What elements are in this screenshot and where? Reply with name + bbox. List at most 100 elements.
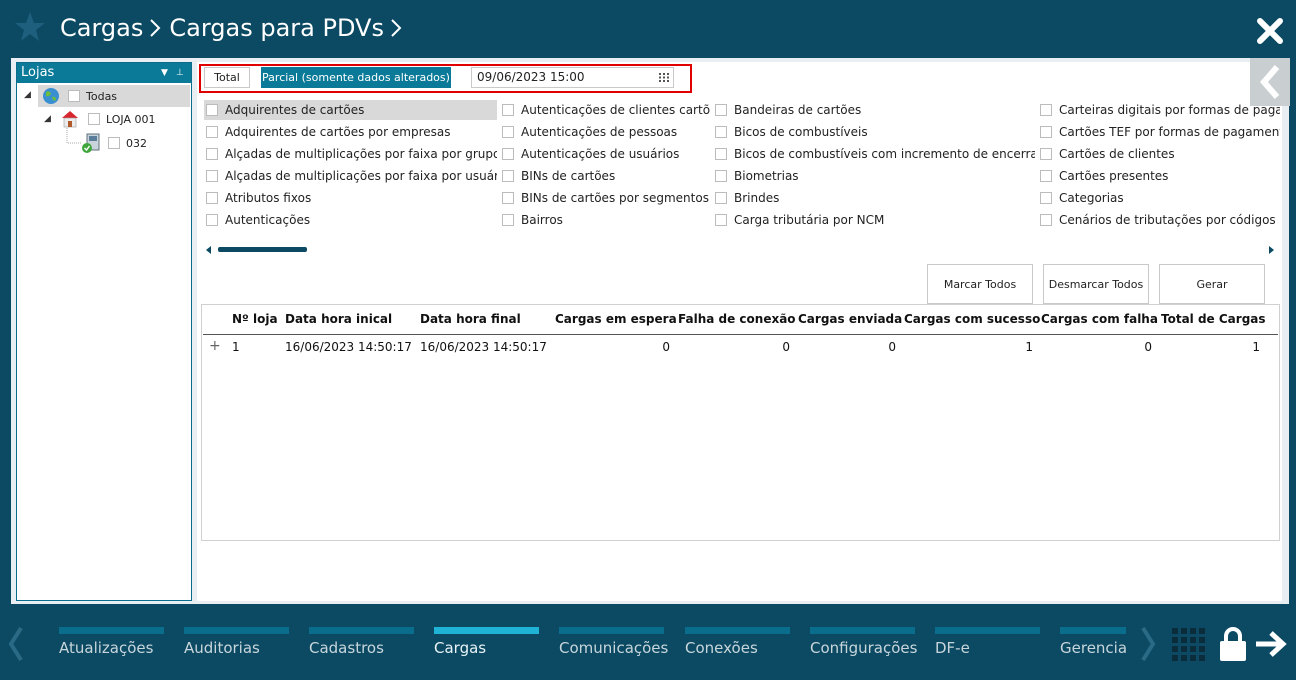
option-label: BINs de cartões	[521, 169, 616, 183]
checkbox[interactable]	[108, 137, 120, 149]
checkbox[interactable]	[1040, 214, 1052, 226]
option-item[interactable]: Carteiras digitais por formas de pagame	[1038, 100, 1280, 120]
store-icon	[62, 111, 78, 128]
option-item[interactable]: Cartões presentes	[1038, 166, 1280, 186]
column-header[interactable]: Data hora inical	[285, 312, 392, 326]
option-item[interactable]: Carga tributária por NCM	[713, 210, 1035, 230]
collapse-triangle-icon[interactable]: ◢	[24, 90, 31, 100]
checkbox[interactable]	[1040, 192, 1052, 204]
scroll-left-arrow-icon[interactable]	[206, 246, 212, 254]
checkbox[interactable]	[502, 214, 514, 226]
checkbox[interactable]	[715, 214, 727, 226]
option-item[interactable]: Brindes	[713, 188, 1035, 208]
checkbox[interactable]	[88, 113, 100, 125]
favorite-star-icon[interactable]	[14, 11, 46, 43]
checkbox[interactable]	[1040, 104, 1052, 116]
pin-icon[interactable]: ⊥	[176, 63, 184, 83]
horizontal-scrollbar-thumb[interactable]	[218, 247, 307, 252]
option-item[interactable]: Cartões TEF por formas de pagamentos	[1038, 122, 1280, 142]
calendar-icon[interactable]	[659, 73, 669, 82]
option-item[interactable]: Autenticações de usuários	[500, 144, 710, 164]
checkbox[interactable]	[1040, 126, 1052, 138]
scroll-right-arrow-icon[interactable]	[1269, 246, 1275, 254]
checkbox[interactable]	[715, 192, 727, 204]
tree-item-032[interactable]: 032	[82, 132, 190, 154]
checkbox[interactable]	[1040, 148, 1052, 160]
checkbox[interactable]	[715, 170, 727, 182]
column-header[interactable]: Cargas com falha	[1041, 312, 1158, 326]
column-header[interactable]: Cargas enviada	[798, 312, 902, 326]
nav-left-arrow-icon[interactable]	[8, 626, 24, 662]
collapse-triangle-icon[interactable]: ◢	[44, 114, 51, 124]
checkbox[interactable]	[715, 148, 727, 160]
nav-gerencia[interactable]: Gerencia	[1060, 627, 1127, 657]
nav-right-arrow-icon[interactable]	[1140, 626, 1156, 662]
breadcrumb-cargas[interactable]: Cargas	[60, 14, 143, 42]
option-item[interactable]: Cenários de tributações por códigos de p	[1038, 210, 1280, 230]
breadcrumb-cargas-pdvs[interactable]: Cargas para PDVs	[169, 14, 384, 42]
checkbox[interactable]	[206, 192, 218, 204]
option-item[interactable]: Bicos de combustíveis	[713, 122, 1035, 142]
column-header[interactable]: Falha de conexão	[678, 312, 796, 326]
select-all-button[interactable]: Marcar Todos	[927, 264, 1033, 304]
apps-grid-icon[interactable]	[1172, 628, 1206, 662]
option-item[interactable]: BINs de cartões por segmentos	[500, 188, 710, 208]
collapse-side-panel-button[interactable]	[1250, 58, 1290, 106]
close-icon[interactable]	[1256, 17, 1284, 45]
option-item[interactable]: Cartões de clientes	[1038, 144, 1280, 164]
option-item[interactable]: Atributos fixos	[204, 188, 497, 208]
generate-button[interactable]: Gerar	[1159, 264, 1265, 304]
dropdown-icon[interactable]: ▼	[161, 63, 168, 83]
option-item[interactable]: Bandeiras de cartões	[713, 100, 1035, 120]
option-item[interactable]: Bairros	[500, 210, 710, 230]
option-item[interactable]: BINs de cartões	[500, 166, 710, 186]
checkbox[interactable]	[715, 104, 727, 116]
checkbox[interactable]	[206, 214, 218, 226]
option-item[interactable]: Adquirentes de cartões por empresas	[204, 122, 497, 142]
lock-icon[interactable]	[1219, 626, 1247, 662]
option-item[interactable]: Alçadas de multiplicações por faixa por …	[204, 144, 497, 164]
nav-cadastros[interactable]: Cadastros	[309, 627, 414, 657]
date-time-field[interactable]: 09/06/2023 15:00	[471, 67, 674, 88]
checkbox[interactable]	[206, 104, 218, 116]
column-header[interactable]: Total de Cargas	[1161, 312, 1266, 326]
column-header[interactable]: Nº loja	[232, 312, 278, 326]
total-mode-button[interactable]: Total	[204, 67, 250, 88]
nav-configuracoes[interactable]: Configurações	[810, 627, 917, 657]
nav-cargas[interactable]: Cargas	[434, 627, 539, 657]
column-header[interactable]: Data hora final	[420, 312, 521, 326]
option-item[interactable]: Autenticações	[204, 210, 497, 230]
checkbox[interactable]	[206, 170, 218, 182]
tree-item-loja-001[interactable]: LOJA 001	[60, 108, 190, 130]
nav-comunicacoes[interactable]: Comunicações	[559, 627, 668, 657]
option-item[interactable]: Autenticações de clientes cartões	[500, 100, 710, 120]
nav-conexoes[interactable]: Conexões	[685, 627, 790, 657]
checkbox[interactable]	[1040, 170, 1052, 182]
column-header[interactable]: Cargas com sucesso	[904, 312, 1040, 326]
option-item[interactable]: Bicos de combustíveis com incremento de …	[713, 144, 1035, 164]
checkbox[interactable]	[502, 170, 514, 182]
checkbox[interactable]	[206, 126, 218, 138]
checkbox[interactable]	[502, 192, 514, 204]
checkbox[interactable]	[502, 148, 514, 160]
option-item[interactable]: Autenticações de pessoas	[500, 122, 710, 142]
nav-atualizacoes[interactable]: Atualizações	[59, 627, 164, 657]
option-item[interactable]: Categorias	[1038, 188, 1280, 208]
deselect-all-button[interactable]: Desmarcar Todos	[1043, 264, 1149, 304]
checkbox[interactable]	[206, 148, 218, 160]
checkbox[interactable]	[715, 126, 727, 138]
option-item[interactable]: Alçadas de multiplicações por faixa por …	[204, 166, 497, 186]
checkbox[interactable]	[68, 90, 80, 102]
option-label: Bicos de combustíveis com incremento de …	[734, 147, 1035, 161]
option-item[interactable]: Adquirentes de cartões	[204, 100, 497, 120]
partial-mode-button[interactable]: Parcial (somente dados alterados)	[261, 67, 451, 88]
nav-auditorias[interactable]: Auditorias	[184, 627, 289, 657]
nav-dfe[interactable]: DF-e	[935, 627, 1040, 657]
logout-arrow-icon[interactable]	[1254, 630, 1288, 658]
checkbox[interactable]	[502, 126, 514, 138]
column-header[interactable]: Cargas em espera	[555, 312, 677, 326]
expand-row-icon[interactable]: +	[209, 338, 221, 354]
option-item[interactable]: Biometrias	[713, 166, 1035, 186]
checkbox[interactable]	[502, 104, 514, 116]
tree-item-todas[interactable]: Todas	[38, 85, 190, 107]
